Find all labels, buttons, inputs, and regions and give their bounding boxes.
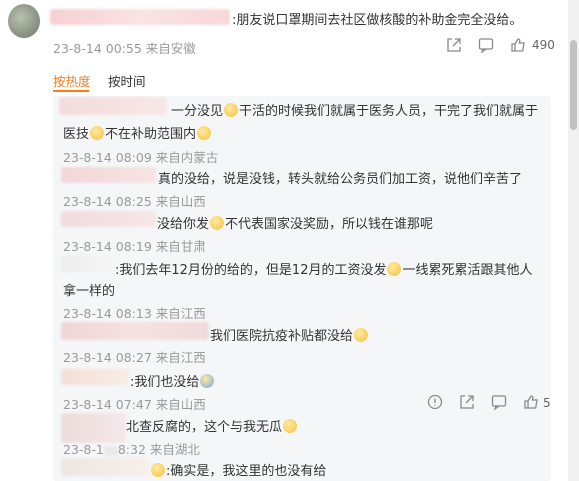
reply-time: 23-8-1 8:32 来自湖北: [63, 442, 200, 457]
like-icon[interactable]: [523, 394, 539, 410]
reply-time: 23-8-14 08:25 来自山西: [63, 194, 206, 209]
share-icon[interactable]: [459, 394, 475, 410]
reply-text: 医技 不在补助范围内: [63, 123, 212, 142]
share-icon[interactable]: [446, 37, 462, 53]
blur-patch: [103, 445, 118, 456]
blurred-username: [61, 211, 156, 227]
reply-text: 我们医院抗疫补贴都没给: [210, 325, 369, 344]
blurred-username: [61, 458, 149, 476]
emoji-icon: [200, 374, 215, 388]
reply-thread: 一分没见 干活的时候我们就属于医务人员，干完了我们就属于 医技 不在补助范围内 23…: [53, 96, 551, 481]
post-like-count: 490: [532, 38, 555, 52]
reply-time: 23-8-14 08:27 来自江西: [63, 350, 206, 365]
reply-text: :确实是，我这里的也没有给: [150, 460, 326, 479]
emoji-icon: [387, 262, 402, 276]
emoji-icon: [90, 126, 105, 140]
reply-time: 23-8-14 08:13 来自江西: [63, 306, 206, 321]
reply-text: 拿一样的: [63, 284, 116, 299]
emoji-icon: [224, 103, 239, 117]
reply-text: 没给你发 不代表国家没奖励，所以钱在谁那呢: [157, 216, 434, 232]
post-time: 23-8-14 00:55 来自安徽: [53, 38, 196, 57]
blurred-username: [61, 369, 129, 385]
reply-text: :我们也没给: [130, 371, 215, 390]
tab-time[interactable]: 按时间: [108, 71, 146, 90]
post-timestamp: 23-8-14 00:55: [53, 41, 142, 56]
reply-text: 北查反腐的，这个与我无瓜: [126, 416, 298, 435]
scrollbar-thumb[interactable]: [570, 40, 577, 130]
emoji-icon: [197, 126, 212, 140]
tab-hot[interactable]: 按热度: [53, 71, 91, 90]
emoji-icon: [151, 463, 165, 477]
like-icon[interactable]: [510, 37, 526, 53]
blurred-username: [61, 256, 116, 272]
reply-time: 23-8-14 08:09 来自内蒙古: [63, 150, 219, 165]
reply-like-count: 5: [543, 396, 551, 410]
reply-time: 23-8-14 08:19 来自甘肃: [63, 239, 206, 254]
reply-time: 23-8-14 07:47 来自山西: [63, 397, 206, 412]
comment-icon[interactable]: [478, 37, 494, 54]
blurred-username: [59, 97, 167, 115]
reply-text: 一分没见 干活的时候我们就属于医务人员，干完了我们就属于: [171, 103, 539, 119]
post-text: :朋友说口罩期间去社区做核酸的补助金完全没给。: [232, 13, 523, 28]
blurred-username: [61, 322, 209, 340]
report-icon[interactable]: [427, 394, 443, 410]
scrollbar[interactable]: [568, 0, 579, 481]
post-location: 来自安徽: [145, 41, 196, 56]
emoji-icon: [354, 328, 369, 342]
tab-active-indicator: [53, 90, 89, 92]
emoji-icon: [210, 216, 225, 230]
emoji-icon: [283, 419, 298, 433]
blurred-username: [50, 9, 230, 25]
avatar[interactable]: [8, 4, 40, 38]
post-header: :朋友说口罩期间去社区做核酸的补助金完全没给。 23-8-14 00:55 来自…: [0, 0, 579, 62]
reply-text: 真的没给，说是没钱，转头就给公务员们加工资，说他们辛苦了: [158, 172, 523, 187]
blurred-username: [61, 167, 156, 183]
comment-icon[interactable]: [491, 394, 507, 411]
reply-text: :我们去年12月份的给的，但是12月的工资没发 一线累死累活跟其他人: [115, 262, 533, 278]
